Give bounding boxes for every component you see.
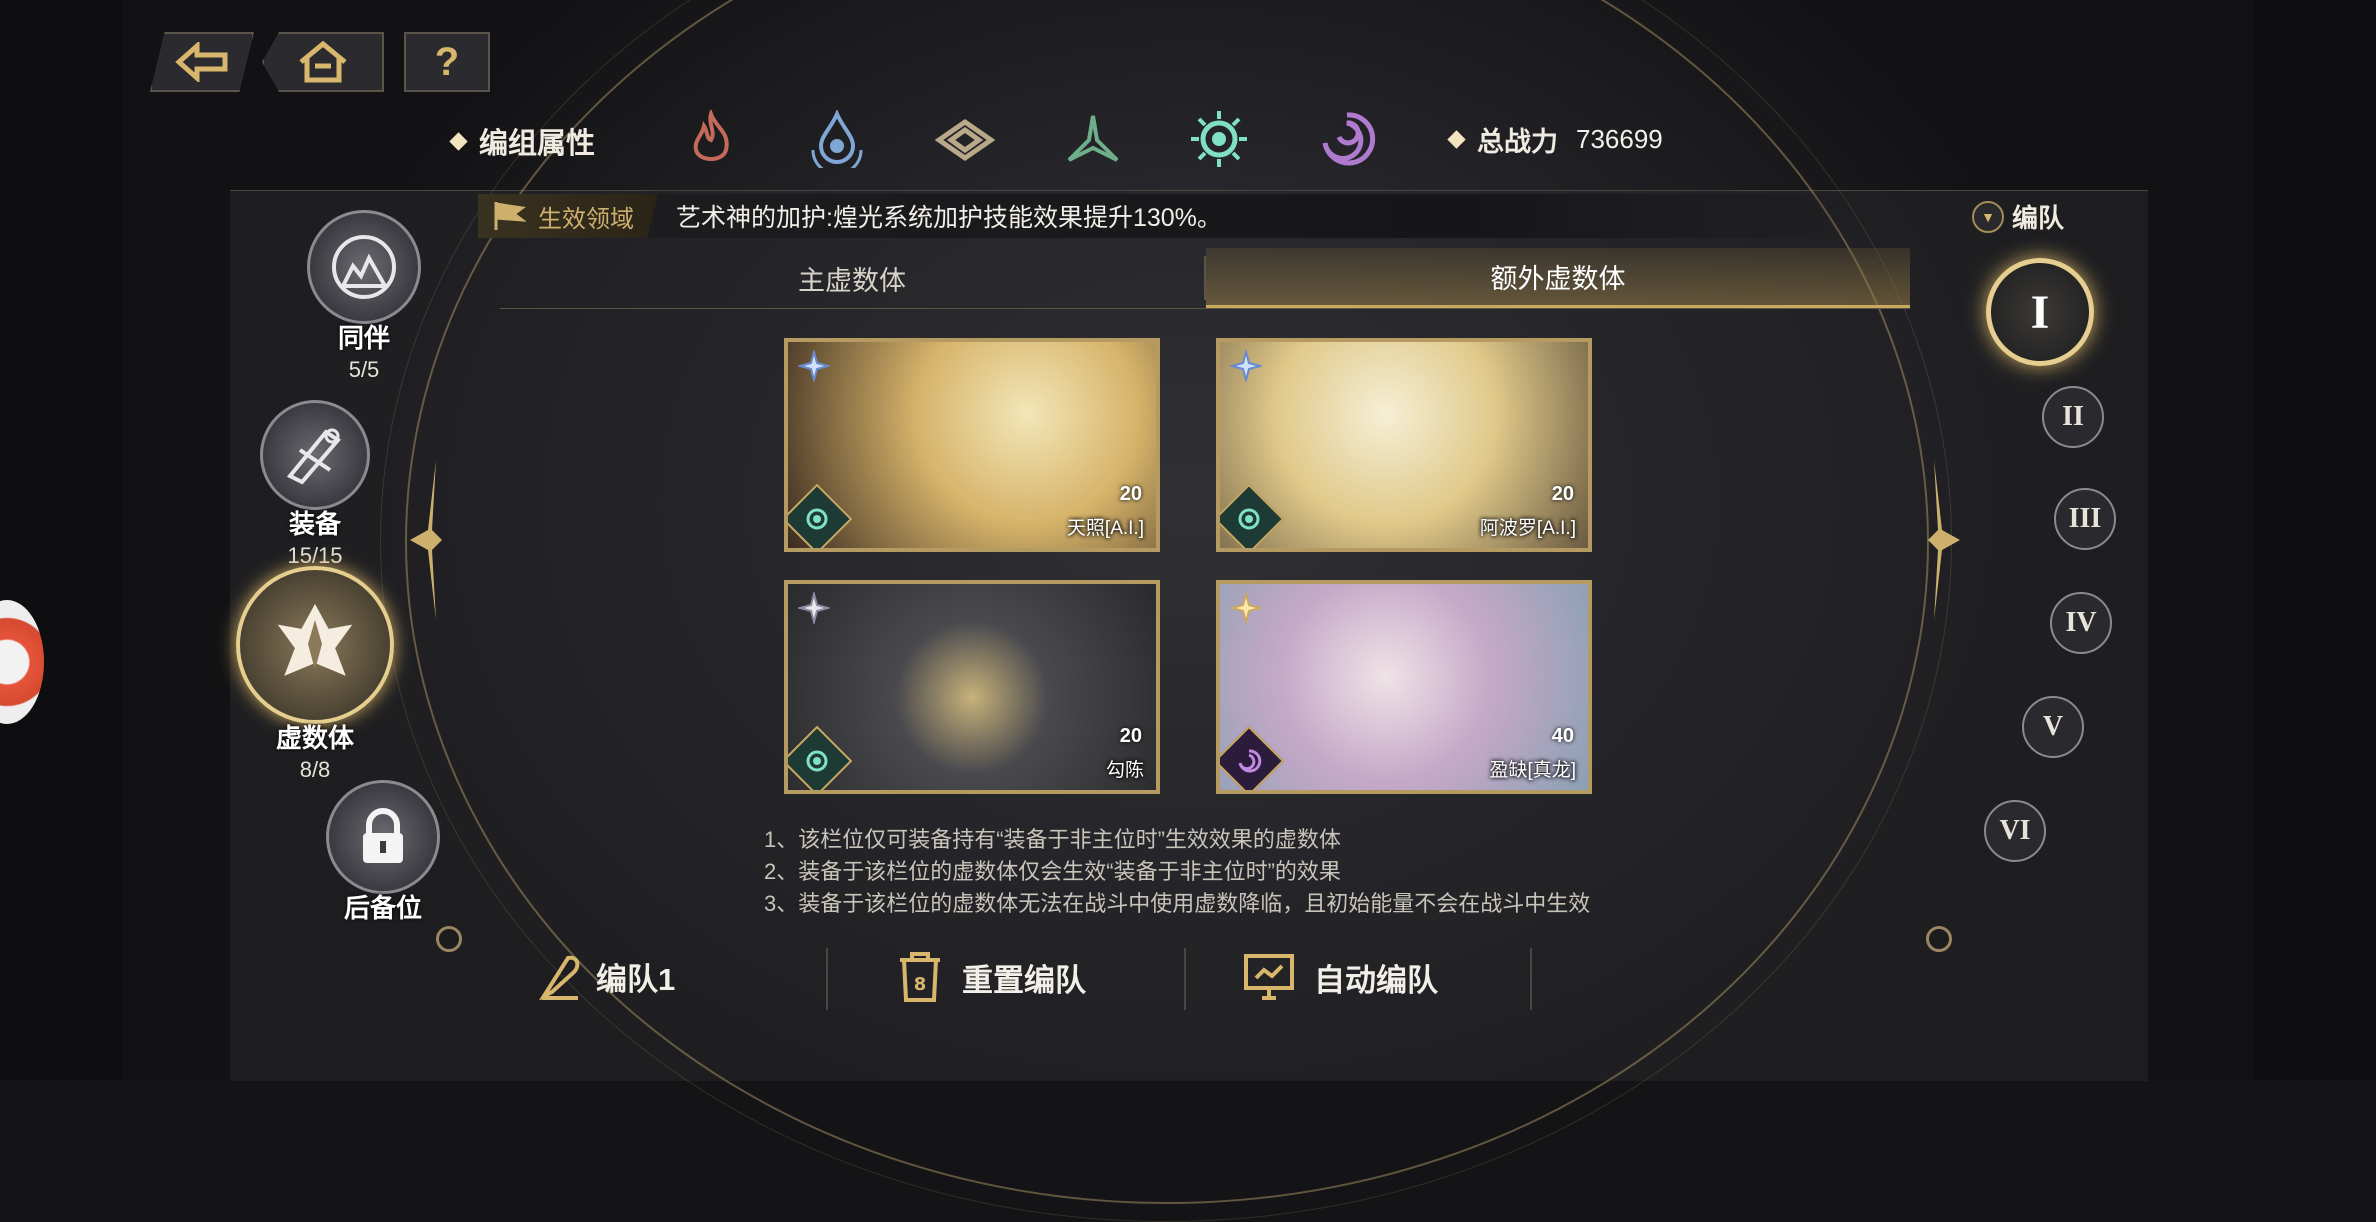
card-name: 阿波罗[A.I.] [1479, 518, 1576, 539]
auto-team-button[interactable]: 自动编队 [1242, 952, 1438, 1002]
fire-element-icon[interactable] [680, 108, 742, 170]
water-element-icon[interactable] [806, 108, 868, 170]
active-domain-bar: 生效领域 艺术神的加护:煌光系统加护技能效果提升130%。 [478, 194, 1890, 238]
help-icon: ? [434, 39, 460, 84]
ring-node [1926, 926, 1952, 952]
imaginary-icon [236, 566, 394, 724]
team-name-button[interactable]: 编队1 [538, 952, 675, 1000]
active-domain-text: 艺术神的加护:煌光系统加护技能效果提升130%。 [676, 204, 1222, 232]
sidebar-item-label: 同伴 [337, 323, 390, 353]
light-element-icon[interactable] [1188, 108, 1250, 170]
diamond-bullet-icon [1447, 130, 1466, 149]
total-power-label: 总战力 [1477, 127, 1558, 157]
team-selector-4[interactable]: IV [2050, 592, 2112, 654]
sidebar-item-label: 装备 [288, 509, 341, 539]
auto-team-label: 自动编队 [1314, 962, 1438, 998]
team-attribute-title: 编组属性 [449, 120, 596, 162]
team-selector-6[interactable]: VI [1984, 800, 2046, 862]
flag-icon [494, 202, 526, 230]
dark-element-icon[interactable] [1316, 108, 1378, 170]
team-selector-3[interactable]: III [2054, 488, 2116, 550]
help-button[interactable]: ? [404, 32, 490, 92]
chevron-down-icon: ▼ [1972, 200, 2004, 233]
team-name-label: 编队1 [596, 961, 676, 997]
formation-dropdown[interactable]: ▼ 编队 [1972, 198, 2064, 235]
sidebar-item-reserve[interactable]: 后备位 [326, 780, 440, 925]
ring-node [436, 926, 462, 952]
lock-icon [326, 780, 440, 894]
team-selector-5[interactable]: V [2022, 696, 2084, 758]
note-line: 2、装备于该栏位的虚数体仅会生效“装备于非主位时”的效果 [764, 859, 1341, 884]
active-domain-tag[interactable]: 生效领域 [478, 194, 658, 238]
tab-extra-imaginary[interactable]: 额外虚数体 [1206, 248, 1910, 308]
wind-element-icon[interactable] [1062, 108, 1124, 170]
note-line: 1、该栏位仅可装备持有“装备于非主位时”生效效果的虚数体 [764, 827, 1341, 852]
total-power-value: 736699 [1576, 124, 1663, 154]
back-icon [175, 42, 228, 82]
reset-team-button[interactable]: 8 重置编队 [896, 950, 1086, 1004]
svg-text:8: 8 [914, 974, 927, 995]
back-button[interactable] [150, 32, 254, 92]
earth-element-icon[interactable] [934, 108, 996, 170]
note-line: 3、装备于该栏位的虚数体无法在战斗中使用虚数降临，且初始能量不会在战斗中生效 [764, 891, 1591, 916]
team-selector-2[interactable]: II [2042, 386, 2104, 448]
card-name: 勾陈 [1105, 760, 1144, 781]
tab-main-imaginary[interactable]: 主虚数体 [500, 248, 1204, 308]
home-icon [299, 40, 347, 83]
left-decoration-icon [410, 460, 442, 620]
card-name: 天照[A.I.] [1066, 518, 1144, 539]
reset-team-label: 重置编队 [962, 962, 1086, 998]
right-decoration-icon [1928, 460, 1960, 620]
star-icon [1228, 348, 1264, 384]
formation-label: 编队 [2012, 203, 2065, 233]
equipment-icon [260, 400, 370, 510]
feather-pen-icon [539, 955, 580, 1000]
sidebar-item-label: 后备位 [343, 893, 422, 923]
sidebar-item-companion[interactable]: 同伴 5/5 [307, 210, 421, 383]
bottom-divider [1184, 948, 1186, 1010]
card-level: 40 [1551, 725, 1574, 747]
trash-icon: 8 [900, 952, 940, 1002]
sidebar-item-count: 5/5 [348, 357, 380, 382]
star-icon [796, 590, 832, 626]
card-level: 20 [1551, 483, 1574, 505]
home-button[interactable] [262, 32, 384, 92]
total-power: 总战力 736699 [1447, 120, 1663, 159]
bottom-divider [1530, 948, 1532, 1010]
companion-icon [307, 210, 421, 324]
imaginary-card[interactable]: 20 天照[A.I.] [784, 338, 1160, 552]
left-margin [0, 0, 122, 1080]
card-level: 20 [1119, 483, 1142, 505]
star-icon [1228, 590, 1264, 626]
bottom-divider [826, 948, 828, 1010]
sidebar-item-equipment[interactable]: 装备 15/15 [260, 400, 370, 569]
imaginary-card[interactable]: 40 盈缺[真龙] [1216, 580, 1592, 794]
imaginary-card[interactable]: 20 勾陈 [784, 580, 1160, 794]
diamond-bullet-icon [449, 131, 468, 151]
active-domain-tag-label: 生效领域 [538, 205, 634, 233]
auto-monitor-icon [1244, 954, 1294, 1000]
sidebar-item-label: 虚数体 [275, 723, 354, 753]
team-selector-1[interactable]: I [1986, 258, 2094, 366]
right-margin [2254, 0, 2376, 1080]
star-icon [796, 348, 832, 384]
team-attribute-label: 编组属性 [479, 128, 596, 160]
card-name: 盈缺[真龙] [1489, 760, 1576, 781]
sidebar-item-imaginary[interactable]: 虚数体 8/8 [236, 566, 394, 783]
slot-notes: 1、该栏位仅可装备持有“装备于非主位时”生效效果的虚数体 2、装备于该栏位的虚数… [764, 824, 1590, 920]
imaginary-card[interactable]: 20 阿波罗[A.I.] [1216, 338, 1592, 552]
slot-tabs: 主虚数体 额外虚数体 [500, 248, 1910, 309]
card-level: 20 [1119, 725, 1142, 747]
